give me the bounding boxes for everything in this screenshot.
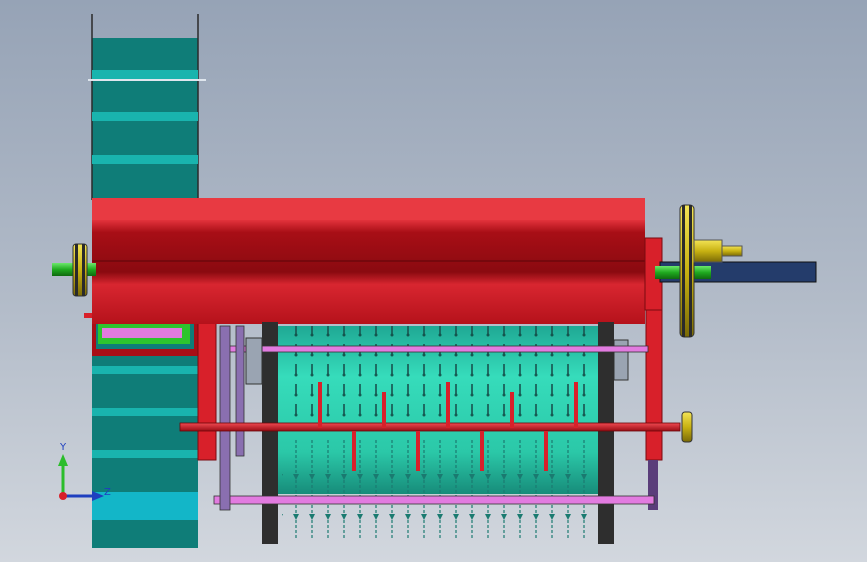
rod-drop <box>480 431 484 471</box>
frame-rail-upper <box>227 345 649 353</box>
y-axis-head <box>58 454 68 466</box>
conveyor-cleat <box>92 408 198 416</box>
rod-hanger <box>382 392 386 428</box>
drum-right-flange <box>598 322 614 544</box>
cad-viewport[interactable] <box>0 0 867 562</box>
frame-post-inner <box>235 325 245 457</box>
y-axis-label: Y <box>60 442 67 453</box>
threshing-drum[interactable] <box>262 322 614 544</box>
z-axis-label: Z <box>104 487 111 498</box>
frame-post-left <box>219 325 231 511</box>
coupling-tip <box>721 245 743 257</box>
rod-drop <box>544 431 548 471</box>
conveyor-cleat <box>92 155 198 164</box>
conveyor-foot-shade <box>92 520 198 548</box>
right-pulley-rim <box>689 205 692 337</box>
gearbox-side-plate <box>197 321 217 461</box>
housing-body <box>92 220 645 324</box>
coupling-yellow <box>693 239 723 263</box>
gearbox-chain <box>102 328 182 338</box>
cross-rod-bar <box>179 422 681 432</box>
left-pulley-rim <box>75 244 78 296</box>
main-housing[interactable] <box>92 198 663 324</box>
rod-hanger <box>318 382 322 428</box>
left-drive[interactable] <box>52 243 96 297</box>
right-drive[interactable] <box>655 204 817 338</box>
conveyor-cleat <box>92 70 198 79</box>
drum-left-flange <box>262 322 278 544</box>
rod-pulley-right <box>681 411 693 443</box>
right-pulley-rim <box>682 205 685 337</box>
conveyor-cleat <box>92 450 198 458</box>
rod-hanger <box>574 382 578 428</box>
right-frame <box>613 309 663 510</box>
triad-origin <box>59 492 67 500</box>
housing-top-face <box>92 198 645 220</box>
right-frame-post <box>645 309 663 461</box>
conveyor-cleat <box>92 366 198 374</box>
conveyor-cleat <box>92 112 198 121</box>
frame-rail-lower <box>213 495 655 505</box>
left-pulley-rim <box>82 244 85 296</box>
drum-teeth <box>282 326 594 426</box>
rod-hanger <box>446 382 450 428</box>
rod-drop <box>352 431 356 471</box>
left-tensioner <box>245 337 263 385</box>
rod-drop <box>416 431 420 471</box>
rod-hanger <box>510 392 514 428</box>
